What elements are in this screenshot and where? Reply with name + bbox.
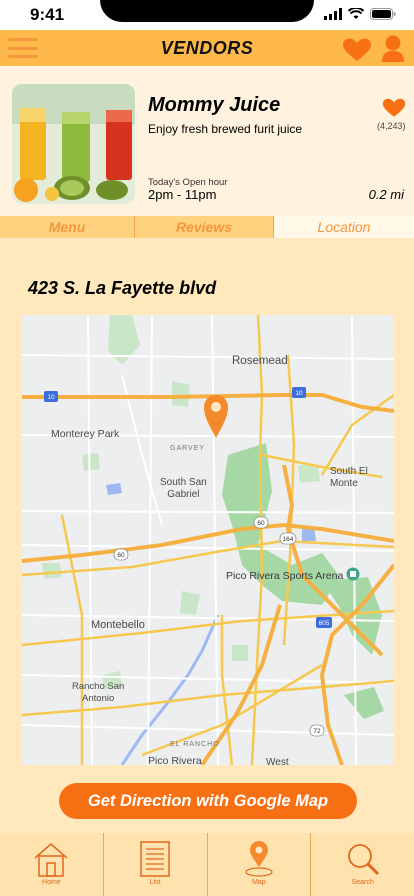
nav-item-map[interactable]: Map [208, 833, 312, 896]
favorite-count: (4,243) [377, 121, 406, 131]
home-icon [34, 843, 68, 877]
nav-label-home: Home [42, 879, 61, 886]
highway-shield-164: 164 [283, 536, 294, 543]
map-label-pico-rivera: Pico Rivera [148, 755, 202, 765]
favorite-heart-icon[interactable] [382, 98, 406, 118]
map-label-south-san-gabriel: South San Gabriel [160, 477, 207, 500]
highway-shield-10a: 10 [47, 394, 55, 401]
wifi-icon [348, 8, 364, 19]
nav-item-home[interactable]: Home [0, 833, 104, 896]
status-bar: 9:41 [0, 0, 414, 30]
battery-icon [370, 8, 396, 20]
map-label-south-el-monte: South El Monte [330, 466, 368, 489]
tab-reviews[interactable]: Reviews [135, 216, 274, 238]
vendor-photo [12, 84, 135, 204]
vendor-tabs: Menu Reviews Location [0, 216, 414, 238]
signal-icon [324, 8, 342, 20]
map-label-rosemead: Rosemead [232, 355, 288, 367]
map-label-garvey: GARVEY [170, 445, 206, 452]
list-icon [140, 841, 170, 877]
vendor-name: Mommy Juice [148, 94, 281, 116]
nav-label-map: Map [252, 879, 266, 886]
map-pin-icon [245, 841, 273, 877]
highway-shield-605: 605 [319, 620, 330, 627]
tab-menu[interactable]: Menu [0, 216, 135, 238]
user-icon[interactable] [382, 35, 404, 63]
search-icon [347, 844, 379, 876]
map-label-pico-rivera-sports-arena: Pico Rivera Sports Arena [226, 570, 344, 582]
open-hours: 2pm - 11pm [148, 187, 217, 202]
highway-shield-60a: 60 [257, 520, 265, 527]
highway-shield-72: 72 [313, 728, 321, 735]
tab-location[interactable]: Location [274, 216, 414, 238]
map-label-el-rancho: EL RANCHO [170, 741, 220, 748]
highway-shield-10b: 10 [295, 390, 303, 397]
map-label-rancho-san-antonio: Rancho San Antonio [72, 681, 125, 704]
vendor-card[interactable]: Mommy Juice Enjoy fresh brewed furit jui… [0, 66, 414, 216]
highway-shield-60b: 60 [117, 552, 125, 559]
map-label-monterey-park: Monterey Park [51, 428, 120, 440]
nav-item-list[interactable]: List [104, 833, 208, 896]
map-label-west: West [266, 757, 289, 765]
distance: 0.2 mi [368, 187, 404, 202]
nav-item-search[interactable]: Search [311, 833, 414, 896]
location-map[interactable]: 10 10 60 164 60 605 72 Rosemead Monterey… [22, 315, 394, 765]
heart-icon[interactable] [342, 38, 372, 62]
bottom-nav: Home List Map Search [0, 833, 414, 896]
nav-label-list: List [149, 879, 161, 886]
app-header: VENDORS [0, 30, 414, 66]
map-label-montebello: Montebello [91, 619, 145, 631]
status-icons [324, 8, 396, 20]
vendor-description: Enjoy fresh brewed furit juice [148, 122, 303, 136]
stadium-icon [346, 567, 360, 581]
status-time: 9:41 [30, 5, 65, 24]
location-pin-icon[interactable] [204, 395, 228, 439]
get-directions-button[interactable]: Get Direction with Google Map [59, 783, 357, 819]
device-notch [100, 0, 314, 22]
nav-label-search: Search [351, 879, 374, 886]
vendor-address: 423 S. La Fayette blvd [28, 278, 217, 298]
